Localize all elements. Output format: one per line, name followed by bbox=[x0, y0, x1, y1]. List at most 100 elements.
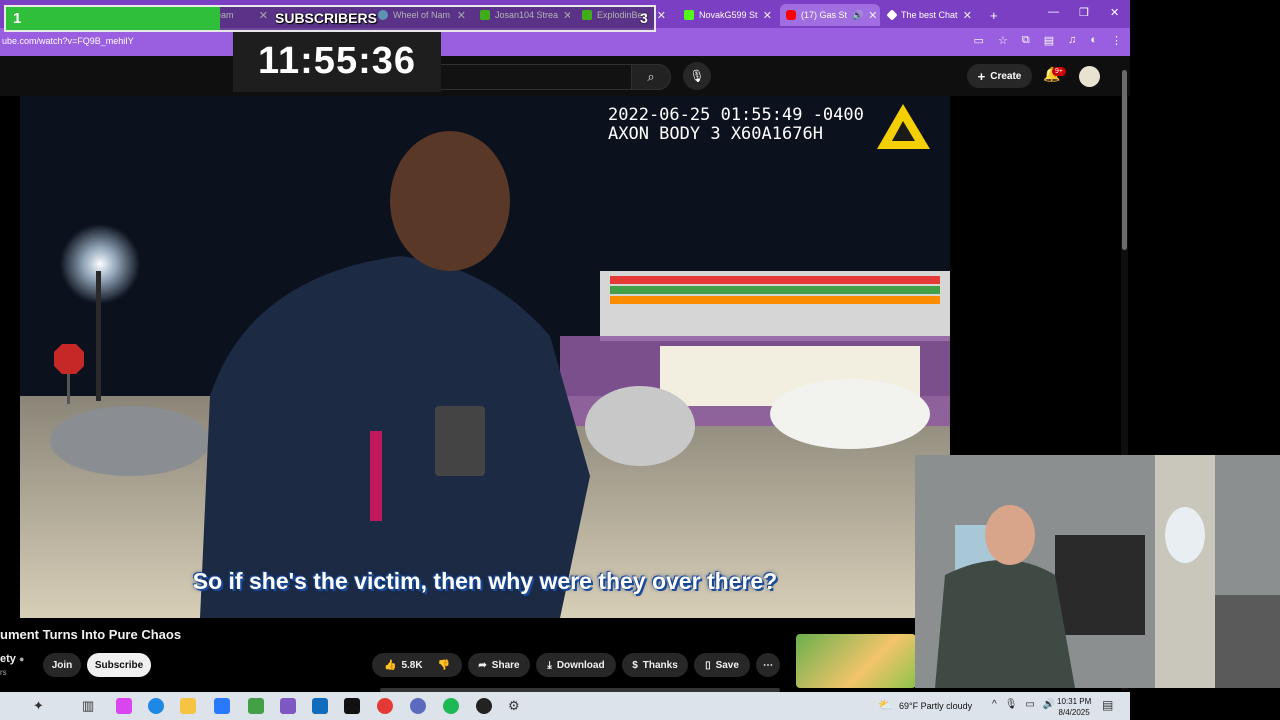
screen: eam ✕ Wheel of Nam ✕ Josan104 Strea ✕ Ex… bbox=[0, 0, 1280, 720]
subscriber-goal-start: 1 bbox=[13, 10, 22, 27]
tab-title: (17) Gas St bbox=[801, 10, 848, 20]
extensions-icon[interactable]: ⧉ bbox=[1022, 34, 1030, 47]
chrome-icon[interactable] bbox=[377, 698, 393, 714]
close-icon[interactable]: ✕ bbox=[657, 9, 666, 22]
video-title: ument Turns Into Pure Chaos bbox=[0, 627, 182, 642]
mic-icon[interactable]: 🎙 bbox=[1005, 699, 1018, 710]
mic-icon: 🎙 bbox=[689, 69, 705, 83]
right-margin bbox=[1130, 0, 1280, 455]
thanks-button[interactable]: $ Thanks bbox=[622, 653, 688, 677]
bodycam-overlay: 2022-06-25 01:55:49 -0400 AXON BODY 3 X6… bbox=[608, 106, 864, 144]
restore-icon[interactable]: ❐ bbox=[1079, 6, 1089, 19]
like-button[interactable]: 👍 5.8K 👎 bbox=[372, 653, 462, 677]
channel-name-text: ety bbox=[0, 653, 16, 665]
video-player[interactable]: 2022-06-25 01:55:49 -0400 AXON BODY 3 X6… bbox=[20, 96, 950, 618]
store-icon[interactable] bbox=[214, 698, 230, 714]
taskbar: ✦ ▥ ⚙ ⛅ 69°F Partly cloudy ^ 🎙 ▭ 🔊 10:31… bbox=[0, 692, 1130, 720]
file-explorer-icon[interactable] bbox=[180, 698, 196, 714]
subscriber-goal-end: 3 bbox=[640, 10, 648, 26]
copilot-sparkle-icon[interactable]: ✦ bbox=[33, 698, 49, 714]
channel-name[interactable]: ety ● bbox=[0, 653, 24, 665]
obs-icon[interactable] bbox=[476, 698, 492, 714]
subscriber-goal-label: SUBSCRIBERS bbox=[275, 10, 377, 26]
chevron-up-icon[interactable]: ^ bbox=[992, 699, 997, 710]
tab-5-active[interactable]: (17) Gas St 🔊 ✕ bbox=[780, 4, 880, 26]
save-button[interactable]: ▯ Save bbox=[694, 653, 750, 677]
close-window-icon[interactable]: ✕ bbox=[1110, 6, 1119, 19]
download-label: Download bbox=[556, 659, 605, 671]
subscribe-button[interactable]: Subscribe bbox=[87, 653, 151, 677]
plus-icon: + bbox=[990, 7, 998, 23]
url-field[interactable]: ube.com/watch?v=FQ9B_mehiIY bbox=[2, 36, 134, 46]
youtube-header: ⌕ 🎙 + Create 🔔 bbox=[0, 56, 1130, 96]
weather-text[interactable]: 69°F Partly cloudy bbox=[899, 701, 972, 711]
voice-search-button[interactable]: 🎙 bbox=[683, 62, 711, 90]
stream-timer: 11:55:36 bbox=[233, 32, 441, 92]
like-count: 5.8K bbox=[401, 659, 423, 671]
settings-gear-icon[interactable]: ⚙ bbox=[508, 698, 524, 714]
create-label: Create bbox=[990, 70, 1022, 82]
youtube-icon bbox=[786, 10, 796, 20]
silver-car bbox=[585, 386, 695, 466]
join-button[interactable]: Join bbox=[43, 653, 81, 677]
close-icon[interactable]: ✕ bbox=[963, 9, 972, 22]
speaker-icon[interactable]: 🔊 bbox=[852, 10, 863, 21]
more-icon: ⋯ bbox=[763, 659, 773, 671]
thanks-label: Thanks bbox=[642, 659, 678, 671]
task-view-icon[interactable]: ▥ bbox=[82, 698, 98, 714]
clock-date: 8/4/2025 bbox=[1058, 708, 1090, 717]
star-icon[interactable]: ☆ bbox=[998, 34, 1008, 47]
notifications-icon[interactable]: ▤ bbox=[1102, 698, 1118, 714]
search-input[interactable] bbox=[440, 64, 632, 90]
tab-4[interactable]: NovakG599 St ✕ bbox=[678, 4, 778, 26]
new-tab-button[interactable]: + bbox=[984, 4, 1004, 26]
download-button[interactable]: ⤓ Download bbox=[536, 653, 616, 677]
thumbs-down-icon[interactable]: 👎 bbox=[438, 660, 450, 671]
cast-icon[interactable]: ▭ bbox=[974, 34, 984, 47]
share-button[interactable]: ➦ Share bbox=[468, 653, 530, 677]
more-actions-button[interactable]: ⋯ bbox=[756, 653, 780, 677]
outlook-icon[interactable] bbox=[312, 698, 328, 714]
minimize-icon[interactable]: — bbox=[1048, 6, 1059, 18]
stop-sign bbox=[54, 344, 84, 374]
create-button[interactable]: + Create bbox=[967, 64, 1032, 88]
thanks-icon: $ bbox=[632, 659, 638, 671]
webcam-feed bbox=[915, 455, 1280, 688]
chatbot-icon bbox=[886, 9, 898, 21]
clock[interactable]: 10:31 PM 8/4/2025 bbox=[1057, 696, 1091, 718]
spotify-icon[interactable] bbox=[443, 698, 459, 714]
video-subtitle: So if she's the victim, then why were th… bbox=[192, 568, 778, 594]
discord-icon[interactable] bbox=[410, 698, 426, 714]
scrollbar-thumb[interactable] bbox=[1122, 70, 1127, 250]
profile-icon[interactable]: ◐ bbox=[1090, 34, 1097, 47]
save-label: Save bbox=[715, 659, 739, 671]
edge-icon[interactable] bbox=[148, 698, 164, 714]
tiktok-icon[interactable] bbox=[344, 698, 360, 714]
tab-search-icon[interactable]: ▤ bbox=[1044, 34, 1054, 47]
plus-icon: + bbox=[977, 68, 986, 84]
close-icon[interactable]: ✕ bbox=[868, 9, 877, 22]
gray-car bbox=[50, 406, 210, 476]
tab-6[interactable]: The best Chat ✕ bbox=[882, 4, 978, 26]
media-icon[interactable]: ♫ bbox=[1068, 34, 1076, 47]
address-bar: ube.com/watch?v=FQ9B_mehiIY ▭ ☆ ⧉ ▤ ♫ ◐ … bbox=[0, 28, 1130, 56]
menu-icon[interactable]: ⋮ bbox=[1111, 34, 1122, 47]
avatar[interactable] bbox=[1079, 66, 1100, 87]
verified-icon: ● bbox=[18, 654, 25, 664]
search-icon: ⌕ bbox=[647, 69, 655, 84]
ad-thumbnail[interactable] bbox=[796, 634, 916, 688]
kick-icon bbox=[684, 10, 694, 20]
close-icon[interactable]: ✕ bbox=[763, 9, 772, 22]
volume-icon[interactable]: 🔊 bbox=[1043, 699, 1055, 710]
network-icon[interactable]: ▭ bbox=[1025, 699, 1034, 710]
search-button[interactable]: ⌕ bbox=[631, 64, 671, 90]
join-label: Join bbox=[51, 659, 73, 671]
bodycam-device: AXON BODY 3 X60A1676H bbox=[608, 124, 823, 144]
weather-icon: ⛅ bbox=[878, 698, 893, 712]
excel-icon[interactable] bbox=[248, 698, 264, 714]
person-shirt bbox=[935, 560, 1075, 688]
copilot-icon[interactable] bbox=[116, 698, 132, 714]
white-car bbox=[770, 379, 930, 449]
app-icon[interactable] bbox=[280, 698, 296, 714]
person-head bbox=[985, 505, 1035, 565]
